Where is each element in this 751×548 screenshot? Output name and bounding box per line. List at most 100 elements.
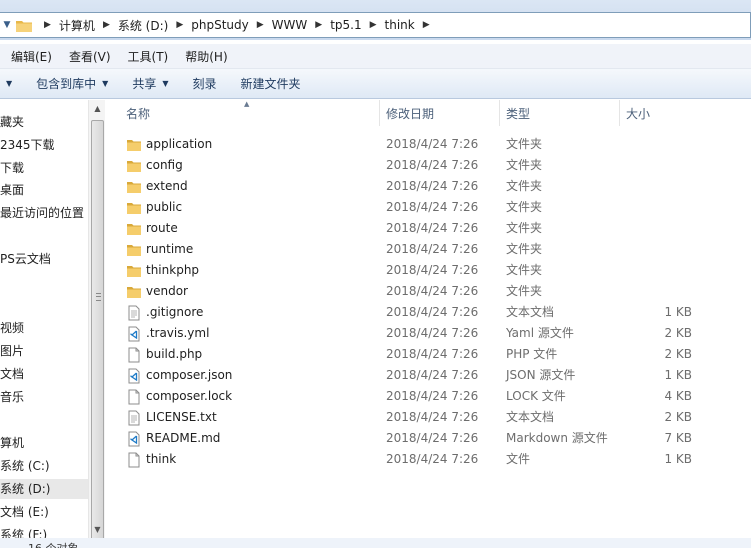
file-date: 2018/4/24 7:26 bbox=[386, 263, 479, 277]
file-row[interactable]: public 2018/4/24 7:26 文件夹 bbox=[106, 197, 751, 218]
address-bar[interactable]: ▼ ▶ 计算机 ▶ 系统 (D:) ▶ phpStudy ▶ WWW ▶ tp5.1 ▶ … bbox=[0, 12, 751, 38]
breadcrumb-computer[interactable]: 计算机 bbox=[59, 17, 95, 34]
file-type: 文件夹 bbox=[506, 137, 543, 151]
file-type: PHP 文件 bbox=[506, 347, 558, 361]
column-header-size[interactable]: 大小 bbox=[620, 100, 700, 126]
file-row[interactable]: thinkphp 2018/4/24 7:26 文件夹 bbox=[106, 260, 751, 281]
new-folder-label: 新建文件夹 bbox=[240, 77, 301, 91]
nav-item-wps-cloud[interactable]: PS云文档 bbox=[0, 249, 51, 269]
file-date: 2018/4/24 7:26 bbox=[386, 347, 479, 361]
file-row[interactable]: composer.lock 2018/4/24 7:26 LOCK 文件 4 KB bbox=[106, 386, 751, 407]
file-size: 1 KB bbox=[664, 305, 692, 319]
share-button[interactable]: 共享 ▼ bbox=[132, 75, 168, 92]
nav-item-drive-e[interactable]: 文档 (E:) bbox=[0, 502, 49, 522]
menu-view[interactable]: 查看(V) bbox=[63, 48, 117, 65]
nav-item-desktop[interactable]: 桌面 bbox=[0, 180, 24, 200]
file-row[interactable]: route 2018/4/24 7:26 文件夹 bbox=[106, 218, 751, 239]
menu-edit[interactable]: 编辑(E) bbox=[5, 48, 58, 65]
chevron-right-icon[interactable]: ▶ bbox=[44, 20, 51, 30]
breadcrumb-think[interactable]: think bbox=[385, 18, 415, 32]
folder-icon bbox=[127, 287, 141, 298]
file-type: 文件夹 bbox=[506, 200, 543, 214]
file-row[interactable]: composer.json 2018/4/24 7:26 JSON 源文件 1 KB bbox=[106, 365, 751, 386]
nav-item-documents[interactable]: 文档 bbox=[0, 364, 24, 384]
organize-dropdown-icon[interactable]: ▼ bbox=[0, 79, 12, 88]
file-row[interactable]: think 2018/4/24 7:26 文件 1 KB bbox=[106, 449, 751, 470]
file-type: 文件 bbox=[506, 452, 531, 466]
scrollbar-thumb[interactable] bbox=[91, 120, 104, 540]
file-row[interactable]: application 2018/4/24 7:26 文件夹 bbox=[106, 134, 751, 155]
file-size: 1 KB bbox=[664, 452, 692, 466]
column-header-name[interactable]: 名称 bbox=[120, 100, 380, 126]
file-row[interactable]: build.php 2018/4/24 7:26 PHP 文件 2 KB bbox=[106, 344, 751, 365]
breadcrumb-drive-d[interactable]: 系统 (D:) bbox=[118, 17, 168, 34]
file-row[interactable]: vendor 2018/4/24 7:26 文件夹 bbox=[106, 281, 751, 302]
chevron-right-icon[interactable]: ▶ bbox=[315, 20, 322, 30]
burn-button[interactable]: 刻录 bbox=[193, 75, 217, 92]
file-row[interactable]: README.md 2018/4/24 7:26 Markdown 源文件 7 KB bbox=[106, 428, 751, 449]
chevron-right-icon[interactable]: ▶ bbox=[176, 20, 183, 30]
menu-help[interactable]: 帮助(H) bbox=[179, 48, 233, 65]
nav-scrollbar[interactable]: ▲ ▼ bbox=[88, 100, 106, 540]
address-bar-area: ▼ ▶ 计算机 ▶ 系统 (D:) ▶ phpStudy ▶ WWW ▶ tp5.1 ▶ … bbox=[0, 0, 751, 40]
scroll-down-icon[interactable]: ▼ bbox=[89, 521, 106, 538]
nav-item-drive-d[interactable]: 系统 (D:) bbox=[0, 479, 88, 499]
chevron-right-icon[interactable]: ▶ bbox=[370, 20, 377, 30]
file-date: 2018/4/24 7:26 bbox=[386, 242, 479, 256]
chevron-right-icon[interactable]: ▶ bbox=[103, 20, 110, 30]
burn-label: 刻录 bbox=[192, 77, 217, 91]
include-in-library-button[interactable]: 包含到库中 ▼ bbox=[36, 75, 108, 92]
nav-item-pictures[interactable]: 图片 bbox=[0, 341, 24, 361]
file-type: 文本文档 bbox=[506, 305, 555, 319]
chevron-right-icon[interactable]: ▶ bbox=[257, 20, 264, 30]
column-header-date[interactable]: 修改日期 bbox=[380, 100, 500, 126]
nav-item-drive-c[interactable]: 系统 (C:) bbox=[0, 456, 50, 476]
file-name: application bbox=[146, 137, 213, 151]
file-date: 2018/4/24 7:26 bbox=[386, 368, 479, 382]
file-row[interactable]: LICENSE.txt 2018/4/24 7:26 文本文档 2 KB bbox=[106, 407, 751, 428]
file-date: 2018/4/24 7:26 bbox=[386, 326, 479, 340]
column-header-row: ▲ 名称 修改日期 类型 大小 bbox=[106, 100, 751, 126]
file-size: 2 KB bbox=[664, 347, 692, 361]
nav-item-computer[interactable]: 算机 bbox=[0, 433, 24, 453]
file-type: 文件夹 bbox=[506, 221, 543, 235]
file-row[interactable]: runtime 2018/4/24 7:26 文件夹 bbox=[106, 239, 751, 260]
file-size: 7 KB bbox=[664, 431, 692, 445]
file-type: 文件夹 bbox=[506, 242, 543, 256]
file-name: LICENSE.txt bbox=[146, 410, 217, 424]
file-name: build.php bbox=[146, 347, 203, 361]
breadcrumb-www[interactable]: WWW bbox=[272, 18, 308, 32]
grip-icon bbox=[96, 293, 101, 301]
file-row[interactable]: config 2018/4/24 7:26 文件夹 bbox=[106, 155, 751, 176]
breadcrumb-tp51[interactable]: tp5.1 bbox=[330, 18, 361, 32]
folder-icon bbox=[16, 20, 32, 32]
nav-item-videos[interactable]: 视频 bbox=[0, 318, 24, 338]
nav-item-music[interactable]: 音乐 bbox=[0, 387, 24, 407]
include-in-library-label: 包含到库中 bbox=[36, 77, 97, 91]
new-folder-button[interactable]: 新建文件夹 bbox=[241, 75, 301, 92]
file-date: 2018/4/24 7:26 bbox=[386, 221, 479, 235]
blank-file-icon bbox=[128, 389, 140, 405]
file-row[interactable]: .gitignore 2018/4/24 7:26 文本文档 1 KB bbox=[106, 302, 751, 323]
file-name: public bbox=[146, 200, 183, 214]
history-dropdown-icon[interactable]: ▼ bbox=[0, 13, 14, 37]
file-type: 文件夹 bbox=[506, 179, 543, 193]
breadcrumb-phpstudy[interactable]: phpStudy bbox=[191, 18, 249, 32]
status-bar: 16 个对象 bbox=[0, 538, 751, 548]
nav-item-2345-downloads[interactable]: 2345下载 bbox=[0, 135, 55, 155]
menu-tools[interactable]: 工具(T) bbox=[122, 48, 175, 65]
nav-item-favorites[interactable]: 藏夹 bbox=[0, 112, 24, 132]
nav-item-recent-places[interactable]: 最近访问的位置 bbox=[0, 203, 84, 223]
folder-icon bbox=[127, 140, 141, 151]
file-name: .gitignore bbox=[146, 305, 204, 319]
file-name: runtime bbox=[146, 242, 194, 256]
menu-bar: 编辑(E) 查看(V) 工具(T) 帮助(H) bbox=[0, 44, 751, 69]
file-date: 2018/4/24 7:26 bbox=[386, 431, 479, 445]
nav-item-downloads[interactable]: 下载 bbox=[0, 158, 24, 178]
chevron-right-icon[interactable]: ▶ bbox=[423, 20, 430, 30]
file-row[interactable]: .travis.yml 2018/4/24 7:26 Yaml 源文件 2 KB bbox=[106, 323, 751, 344]
column-header-type[interactable]: 类型 bbox=[500, 100, 620, 126]
command-bar: ▼ 包含到库中 ▼ 共享 ▼ 刻录 新建文件夹 bbox=[0, 69, 751, 99]
file-row[interactable]: extend 2018/4/24 7:26 文件夹 bbox=[106, 176, 751, 197]
scroll-up-icon[interactable]: ▲ bbox=[89, 100, 106, 117]
